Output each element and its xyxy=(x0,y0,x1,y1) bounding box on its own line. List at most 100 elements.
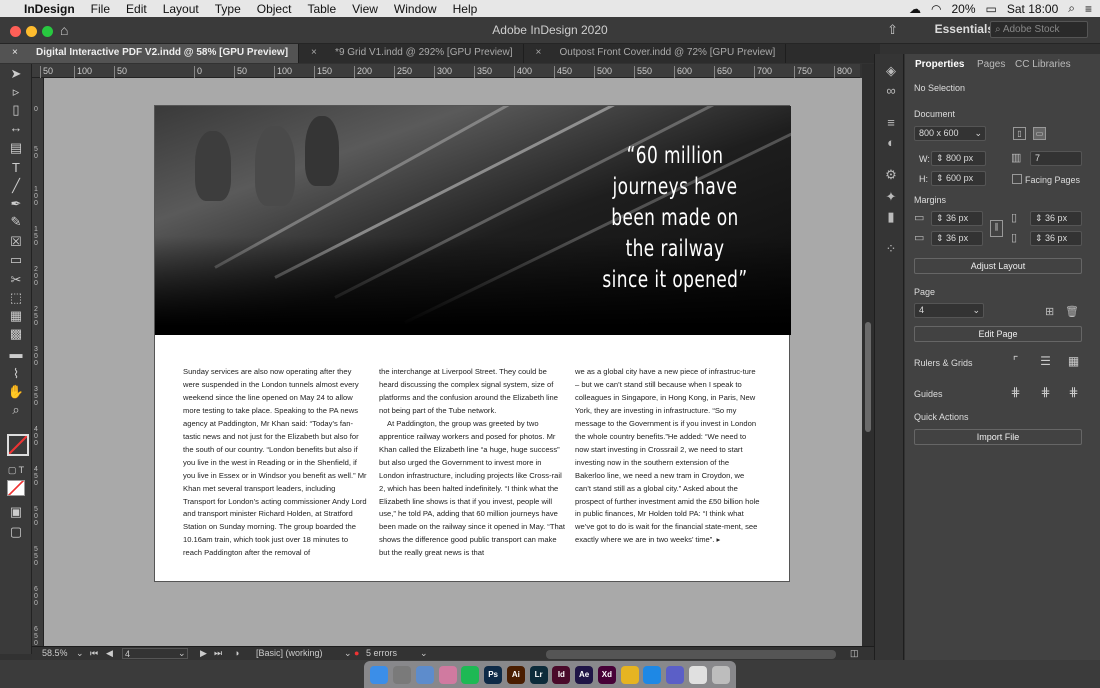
errors-dropdown-icon[interactable]: ⌄ xyxy=(420,648,428,659)
vertical-scrollbar[interactable] xyxy=(862,64,874,646)
menu-table[interactable]: Table xyxy=(299,2,344,16)
text-column-3[interactable]: we as a global city have a new piece of … xyxy=(575,366,761,547)
adjust-layout-button[interactable]: Adjust Layout xyxy=(914,258,1082,274)
facing-pages-checkbox[interactable] xyxy=(1012,174,1022,184)
page-tool-icon[interactable]: ▯ xyxy=(7,102,25,118)
app-menu[interactable]: InDesign xyxy=(16,2,83,16)
stepper-icon[interactable]: ⇕ xyxy=(936,213,946,223)
dock-indesign-icon[interactable]: Id xyxy=(552,665,571,684)
dock-appstore-icon[interactable] xyxy=(643,665,662,684)
preflight-errors[interactable]: 5 errors xyxy=(366,648,397,658)
pencil-tool-icon[interactable]: ✎ xyxy=(7,214,25,230)
document-preset-dropdown[interactable]: 800 x 600 ⌄ xyxy=(914,126,986,141)
smart-guides-icon[interactable]: ⋕ xyxy=(1067,386,1080,400)
close-tab-icon[interactable]: × xyxy=(536,47,542,58)
number-of-pages-field[interactable]: 7 xyxy=(1030,151,1082,166)
selection-tool-icon[interactable]: ➤ xyxy=(7,66,25,82)
gradient-feather-tool-icon[interactable]: ▩ xyxy=(7,326,25,342)
control-center-icon[interactable]: ≡ xyxy=(1085,2,1092,16)
page-dropdown[interactable]: 4 ⌄ xyxy=(914,303,984,318)
fill-stroke-swatch-icon[interactable] xyxy=(7,434,29,456)
menu-type[interactable]: Type xyxy=(207,2,249,16)
open-document-icon[interactable]: ◑ xyxy=(234,648,239,658)
wifi-icon[interactable]: ◠ xyxy=(931,2,941,16)
dock-photos-icon[interactable] xyxy=(438,665,457,684)
dock-chrome-icon[interactable] xyxy=(620,665,639,684)
battery-icon[interactable]: ▭ xyxy=(986,2,997,16)
hero-image-escalator[interactable]: “60 million journeys have been made on t… xyxy=(155,106,791,335)
dock-photoshop-icon[interactable]: Ps xyxy=(484,665,503,684)
next-page-icon[interactable]: ▶ xyxy=(200,648,207,659)
link-margins-icon[interactable]: ∥ xyxy=(990,220,1003,237)
tab-pages[interactable]: Pages xyxy=(977,59,1005,70)
tab-9-grid[interactable]: × *9 Grid V1.indd @ 292% [GPU Preview] xyxy=(299,44,524,63)
text-column-1[interactable]: Sunday services are also now operating a… xyxy=(183,366,369,560)
bookmarks-icon[interactable]: ▮ xyxy=(884,210,898,224)
menu-view[interactable]: View xyxy=(344,2,386,16)
layers-icon[interactable]: ◈ xyxy=(884,64,898,78)
page-dropdown-icon[interactable]: ⌄ xyxy=(178,648,186,659)
normal-view-icon[interactable]: ▢ xyxy=(7,524,25,540)
hand-tool-icon[interactable]: ✋ xyxy=(7,384,25,400)
links-icon[interactable]: ∞ xyxy=(884,84,898,98)
zoom-dropdown-icon[interactable]: ⌄ xyxy=(76,648,84,659)
delete-page-icon[interactable]: 🗑 xyxy=(1065,305,1079,318)
import-file-button[interactable]: Import File xyxy=(914,429,1082,445)
swatches-icon[interactable]: ◐ xyxy=(884,136,898,150)
dock-aftereffects-icon[interactable]: Ae xyxy=(575,665,594,684)
dock-spotify-icon[interactable] xyxy=(461,665,480,684)
dock-notes-icon[interactable] xyxy=(688,665,707,684)
first-page-icon[interactable]: ⏮ xyxy=(90,648,98,659)
previous-page-icon[interactable]: ◀ xyxy=(106,648,113,659)
formatting-affects-container-icon[interactable]: ▢ T xyxy=(7,462,25,478)
clock[interactable]: Sat 18:00 xyxy=(1007,2,1058,16)
margin-right-field[interactable]: ⇕ 36 px xyxy=(1030,231,1082,246)
apply-none-icon[interactable] xyxy=(7,480,25,496)
dock-preview-icon[interactable] xyxy=(415,665,434,684)
stepper-icon[interactable]: ⇕ xyxy=(1035,233,1045,243)
margin-top-field[interactable]: ⇕ 36 px xyxy=(931,211,983,226)
lock-guides-icon[interactable]: ⋕ xyxy=(1039,386,1052,400)
adobe-stock-search[interactable]: ⌕ Adobe Stock xyxy=(990,21,1088,38)
scissors-tool-icon[interactable]: ✂ xyxy=(7,272,25,288)
menu-help[interactable]: Help xyxy=(445,2,486,16)
pull-quote[interactable]: “60 million journeys have been made on t… xyxy=(601,141,749,296)
height-field[interactable]: ⇕ 600 px xyxy=(931,171,986,186)
dock-teams-icon[interactable] xyxy=(666,665,685,684)
stepper-icon[interactable]: ⇕ xyxy=(1035,213,1045,223)
type-tool-icon[interactable]: T xyxy=(7,160,25,176)
dock-trash-icon[interactable] xyxy=(711,665,730,684)
content-collector-icon[interactable]: ▤ xyxy=(7,140,25,156)
horizontal-ruler[interactable]: 50 100 50 0 50 100 150 200 250 300 350 400 450 500 550… xyxy=(32,64,892,78)
rulers-icon[interactable]: ⌜ xyxy=(1009,355,1022,369)
hyperlinks-icon[interactable]: ⁘ xyxy=(884,242,898,256)
tab-cc-libraries[interactable]: CC Libraries xyxy=(1015,59,1071,70)
horizontal-scrollbar[interactable] xyxy=(546,650,836,659)
tab-properties[interactable]: Properties xyxy=(915,59,964,70)
cc-libraries-icon[interactable]: ✦ xyxy=(884,190,898,204)
line-tool-icon[interactable]: ╱ xyxy=(7,178,25,194)
document-page[interactable]: “60 million journeys have been made on t… xyxy=(154,105,791,582)
menu-object[interactable]: Object xyxy=(249,2,300,16)
effects-icon[interactable]: ⚙ xyxy=(884,168,898,182)
zoom-level[interactable]: 58.5% xyxy=(42,648,68,658)
screen-mode-icon[interactable]: ▣ xyxy=(7,504,25,520)
profile-dropdown-icon[interactable]: ⌄ xyxy=(344,648,352,659)
stepper-icon[interactable]: ⇕ xyxy=(936,173,946,183)
tab-digital-interactive-pdf[interactable]: × Digital Interactive PDF V2.indd @ 58% [… xyxy=(0,44,300,63)
baseline-grid-icon[interactable]: ☰ xyxy=(1039,355,1052,369)
pen-tool-icon[interactable]: ✒ xyxy=(7,196,25,212)
show-guides-icon[interactable]: ⋕ xyxy=(1009,386,1022,400)
note-tool-icon[interactable]: ▬ xyxy=(7,346,25,362)
edit-page-button[interactable]: Edit Page xyxy=(914,326,1082,342)
battery-percent[interactable]: 20% xyxy=(952,2,976,16)
add-page-icon[interactable]: ⊞ xyxy=(1045,305,1054,318)
gradient-swatch-tool-icon[interactable]: ▦ xyxy=(7,308,25,324)
creative-cloud-icon[interactable]: ☁ xyxy=(909,2,921,16)
search-icon[interactable]: ⌕ xyxy=(1068,1,1075,16)
split-view-icon[interactable]: ◫ xyxy=(850,648,859,659)
eyedropper-tool-icon[interactable]: ⌇ xyxy=(7,366,25,382)
stepper-icon[interactable]: ⇕ xyxy=(936,153,946,163)
scroll-thumb[interactable] xyxy=(865,322,871,432)
landscape-orientation-icon[interactable]: ▭ xyxy=(1033,127,1046,140)
